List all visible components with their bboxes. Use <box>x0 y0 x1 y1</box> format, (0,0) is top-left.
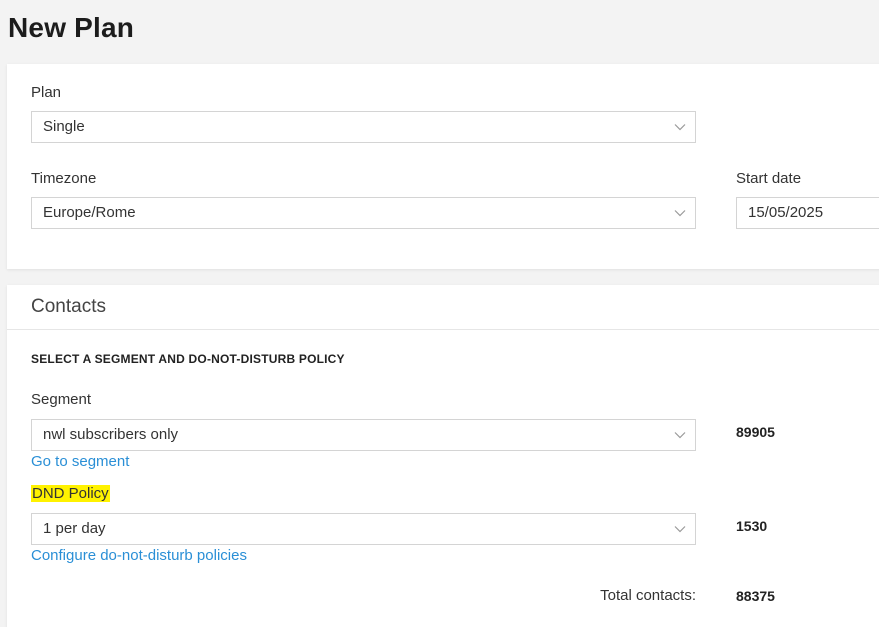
contacts-title: Contacts <box>31 296 106 317</box>
dnd-count: 1530 <box>736 518 768 534</box>
segment-select[interactable]: nwl subscribers only <box>31 419 696 451</box>
dnd-policy-label-text: DND Policy <box>31 485 110 502</box>
start-date-input[interactable]: 15/05/2025 <box>736 197 879 229</box>
section-heading: SELECT A SEGMENT AND DO-NOT-DISTURB POLI… <box>31 352 345 366</box>
chevron-down-icon <box>674 432 686 439</box>
start-date-label: Start date <box>736 170 802 187</box>
total-contacts-label: Total contacts: <box>600 587 696 604</box>
total-contacts-value: 88375 <box>736 588 775 604</box>
configure-dnd-link[interactable]: Configure do-not-disturb policies <box>31 547 247 564</box>
plan-select[interactable]: Single <box>31 111 696 143</box>
segment-label: Segment <box>31 391 92 408</box>
timezone-select[interactable]: Europe/Rome <box>31 197 696 229</box>
plan-card: Plan Single Timezone Europe/Rome Start d… <box>7 64 879 269</box>
chevron-down-icon <box>674 210 686 217</box>
dnd-policy-select[interactable]: 1 per day <box>31 513 696 545</box>
go-to-segment-link[interactable]: Go to segment <box>31 453 129 470</box>
plan-label: Plan <box>31 84 62 101</box>
timezone-label: Timezone <box>31 170 97 187</box>
chevron-down-icon <box>674 526 686 533</box>
chevron-down-icon <box>674 124 686 131</box>
dnd-policy-label: DND Policy <box>31 485 110 502</box>
dnd-policy-select-value: 1 per day <box>43 520 106 537</box>
segment-count: 89905 <box>736 424 775 440</box>
timezone-select-value: Europe/Rome <box>43 204 136 221</box>
page-title: New Plan <box>8 12 135 43</box>
segment-select-value: nwl subscribers only <box>43 426 179 443</box>
plan-select-value: Single <box>43 118 85 135</box>
contacts-divider <box>7 329 879 330</box>
contacts-card: Contacts SELECT A SEGMENT AND DO-NOT-DIS… <box>7 285 879 627</box>
